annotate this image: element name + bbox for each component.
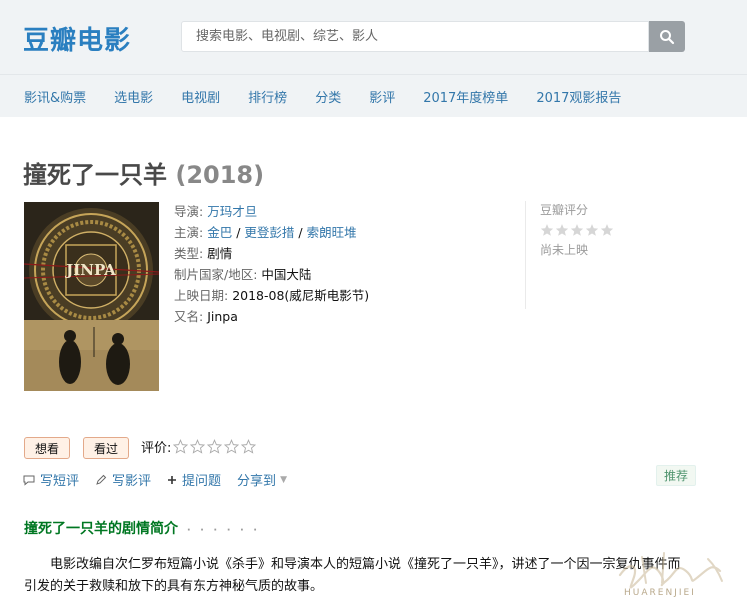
country-row: 制片国家/地区: 中国大陆: [174, 267, 312, 282]
genre-label: 类型: [174, 246, 200, 261]
aka-row: 又名: Jinpa: [174, 309, 238, 324]
nav-charts[interactable]: 排行榜: [248, 87, 287, 106]
country-value: 中国大陆: [261, 267, 312, 282]
cast-link-3[interactable]: 索朗旺堆: [307, 225, 357, 240]
movie-year: (2018): [175, 161, 265, 189]
write-short-review-link[interactable]: 写短评: [23, 470, 79, 489]
release-value: 2018-08(威尼斯电影节): [232, 288, 370, 303]
poster-title-text: JINPA: [64, 261, 116, 279]
director-label: 导演: [174, 204, 200, 219]
search-button[interactable]: [649, 21, 685, 52]
movie-title: 撞死了一只羊 (2018): [23, 155, 264, 190]
search-icon: [660, 29, 675, 44]
share-dropdown[interactable]: 分享到 ▼: [237, 470, 287, 489]
release-label: 上映日期: [174, 288, 225, 303]
rate-star-icon[interactable]: [173, 439, 189, 454]
comment-icon: [23, 475, 35, 486]
share-label: 分享到: [237, 474, 277, 489]
douban-movie-logo[interactable]: 豆瓣电影: [23, 20, 131, 57]
nav-categories[interactable]: 分类: [315, 87, 341, 106]
release-row: 上映日期: 2018-08(威尼斯电影节): [174, 288, 370, 303]
cast-row: 主演: 金巴 / 更登彭措 / 索朗旺堆: [174, 225, 357, 240]
star-icon: [585, 224, 599, 236]
rating-label: 豆瓣评分: [540, 203, 589, 217]
rate-star-icon[interactable]: [224, 439, 240, 454]
cast-link-1[interactable]: 金巴: [207, 225, 232, 240]
main-nav: 影讯&购票 选电影 电视剧 排行榜 分类 影评 2017年度榜单 2017观影报…: [24, 87, 649, 106]
star-icon: [570, 224, 584, 236]
rate-label: 评价:: [141, 441, 172, 456]
nav-explore-movies[interactable]: 选电影: [114, 87, 153, 106]
want-to-watch-button[interactable]: 想看: [24, 437, 71, 459]
nav-tv[interactable]: 电视剧: [181, 87, 220, 106]
nav-showtimes[interactable]: 影讯&购票: [24, 87, 86, 106]
country-label: 制片国家/地区: [174, 267, 254, 282]
director-link[interactable]: 万玛才旦: [207, 204, 257, 219]
plus-icon: [168, 475, 177, 484]
pencil-icon: [96, 474, 107, 485]
write-review-link[interactable]: 写影评: [95, 470, 151, 489]
search-input[interactable]: [181, 21, 649, 52]
aka-value: Jinpa: [207, 309, 238, 324]
genre-value: 剧情: [207, 246, 233, 261]
movie-info: 导演: 万玛才旦 主演: 金巴 / 更登彭措 / 索朗旺堆 类型: 剧情 制片国…: [174, 201, 369, 327]
chevron-down-icon: ▼: [280, 474, 287, 485]
star-icon: [555, 224, 569, 236]
aka-label: 又名: [174, 309, 200, 324]
recommend-button[interactable]: 推荐: [656, 465, 697, 486]
ask-question-link[interactable]: 提问题: [167, 470, 221, 489]
director-row: 导演: 万玛才旦: [174, 204, 258, 219]
watermark-text: HUARENJIEI: [624, 588, 696, 598]
write-short-review-label: 写短评: [40, 474, 80, 489]
header-divider: [0, 74, 747, 75]
nav-2017-report[interactable]: 2017观影报告: [536, 87, 621, 106]
genre-row: 类型: 剧情: [174, 246, 233, 261]
synopsis-text: 电影改编自次仁罗布短篇小说《杀手》和导演本人的短篇小说《撞死了一只羊》，讲述了一…: [24, 557, 681, 594]
poster-artwork: JINPA: [24, 202, 159, 391]
cast-link-2[interactable]: 更登彭措: [244, 225, 294, 240]
movie-poster[interactable]: JINPA: [24, 202, 159, 391]
not-released-note: 尚未上映: [540, 243, 589, 257]
action-links: 写短评 写影评 提问题 分享到 ▼: [23, 470, 287, 489]
synopsis-heading: 撞死了一只羊的剧情简介 · · · · · ·: [24, 518, 260, 538]
star-icon: [540, 224, 554, 236]
cast-label: 主演: [174, 225, 200, 240]
nav-2017-annual-list[interactable]: 2017年度榜单: [423, 87, 508, 106]
write-review-label: 写影评: [112, 474, 152, 489]
synopsis-title: 撞死了一只羊的剧情简介: [24, 521, 178, 537]
user-rating: 评价:: [141, 437, 257, 456]
ask-question-label: 提问题: [182, 474, 222, 489]
rate-star-icon[interactable]: [207, 439, 223, 454]
header: 豆瓣电影 影讯&购票 选电影 电视剧 排行榜 分类 影评 2017年度榜单 20…: [0, 0, 747, 117]
douban-rating-box: 豆瓣评分 尚未上映: [525, 201, 665, 309]
movie-title-text: 撞死了一只羊: [23, 161, 167, 189]
rating-stars: [540, 223, 665, 237]
watched-button[interactable]: 看过: [83, 437, 130, 459]
nav-reviews[interactable]: 影评: [369, 87, 395, 106]
synopsis-dots: · · · · · ·: [186, 525, 261, 536]
rate-star-icon[interactable]: [190, 439, 206, 454]
star-icon: [600, 224, 614, 236]
rate-star-icon[interactable]: [241, 439, 257, 454]
